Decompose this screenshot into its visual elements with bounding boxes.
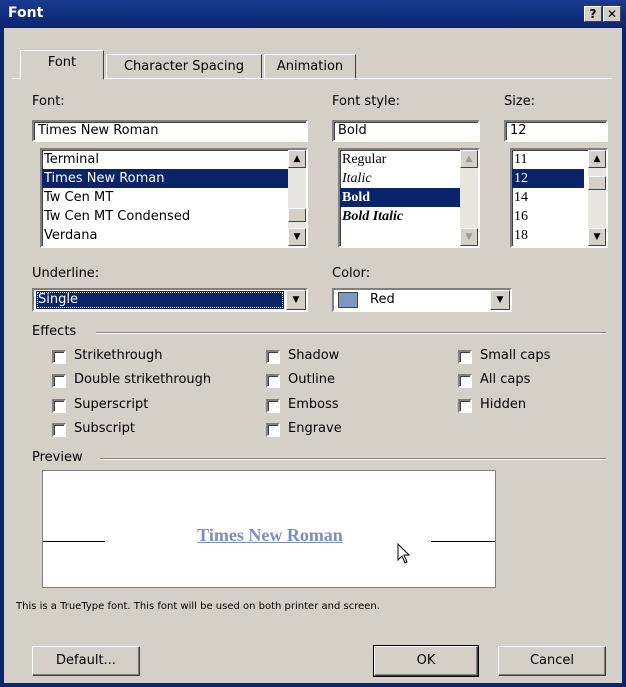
color-value: Red xyxy=(370,292,395,307)
tab-font-label: Font xyxy=(47,55,77,70)
color-select[interactable]: Red ▼ xyxy=(332,288,512,312)
scroll-down-icon[interactable]: ▼ xyxy=(588,228,606,246)
scroll-down-icon[interactable]: ▼ xyxy=(288,228,306,246)
size-list-scrollbar[interactable]: ▲ ▼ xyxy=(588,150,606,246)
mouse-pointer-icon xyxy=(397,543,411,564)
tab-character-spacing[interactable]: Character Spacing xyxy=(106,54,262,80)
preview-sample: Times New Roman xyxy=(197,525,343,545)
preview-divider xyxy=(100,458,606,460)
all-caps-label[interactable]: All caps xyxy=(480,372,530,387)
effects-label: Effects xyxy=(32,324,77,339)
font-style-list-scrollbar[interactable]: ▲ ▼ xyxy=(460,150,478,246)
tab-animation-label: Animation xyxy=(276,59,344,74)
truetype-note: This is a TrueType font. This font will … xyxy=(16,601,380,612)
font-style-label: Font style: xyxy=(332,94,400,109)
font-list-scrollbar[interactable]: ▲ ▼ xyxy=(288,150,306,246)
hidden-checkbox[interactable] xyxy=(458,399,472,413)
size-input[interactable]: 12 xyxy=(504,120,608,142)
subscript-checkbox[interactable] xyxy=(52,423,66,437)
scroll-up-icon[interactable]: ▲ xyxy=(588,150,606,168)
chevron-down-icon[interactable]: ▼ xyxy=(286,290,306,310)
outline-checkbox[interactable] xyxy=(266,374,280,388)
font-style-input[interactable]: Bold xyxy=(332,120,480,142)
help-icon: ? xyxy=(589,7,597,21)
font-list[interactable]: Terminal Times New Roman Tw Cen MT Tw Ce… xyxy=(40,148,308,248)
dialog-title: Font xyxy=(8,5,44,21)
shadow-checkbox[interactable] xyxy=(266,350,280,364)
tab-font[interactable]: Font xyxy=(20,50,104,80)
strikethrough-label[interactable]: Strikethrough xyxy=(74,348,162,363)
list-item-selected[interactable]: Times New Roman xyxy=(42,169,306,188)
title-bar[interactable]: Font ? ✕ xyxy=(0,0,626,28)
chevron-down-icon[interactable]: ▼ xyxy=(490,290,510,310)
engrave-label[interactable]: Engrave xyxy=(288,421,342,436)
underline-value: Single xyxy=(36,291,284,309)
list-item[interactable]: Regular xyxy=(340,150,478,169)
color-label: Color: xyxy=(332,266,371,281)
engrave-checkbox[interactable] xyxy=(266,423,280,437)
emboss-label[interactable]: Emboss xyxy=(288,397,339,412)
ok-button[interactable]: OK xyxy=(373,645,479,677)
effects-divider xyxy=(96,332,606,334)
close-icon: ✕ xyxy=(606,7,618,21)
size-label: Size: xyxy=(504,94,536,109)
list-item[interactable]: Verdana xyxy=(42,226,306,245)
font-dialog: Font ? ✕ Font Character Spacing Animatio… xyxy=(0,0,626,687)
double-strikethrough-label[interactable]: Double strikethrough xyxy=(74,372,211,387)
all-caps-checkbox[interactable] xyxy=(458,374,472,388)
scroll-thumb[interactable] xyxy=(588,176,606,190)
cancel-button[interactable]: Cancel xyxy=(498,646,606,676)
list-item[interactable]: Italic xyxy=(340,169,478,188)
font-input[interactable]: Times New Roman xyxy=(32,120,308,142)
dialog-body: Font Character Spacing Animation Font: T… xyxy=(4,28,622,683)
scroll-thumb[interactable] xyxy=(288,208,306,222)
list-item-selected[interactable]: 12 xyxy=(512,169,584,188)
list-item[interactable]: Tw Cen MT Condensed xyxy=(42,207,306,226)
default-button[interactable]: Default... xyxy=(32,646,140,676)
small-caps-label[interactable]: Small caps xyxy=(480,348,550,363)
strikethrough-checkbox[interactable] xyxy=(52,350,66,364)
list-item[interactable]: Terminal xyxy=(42,150,306,169)
emboss-checkbox[interactable] xyxy=(266,399,280,413)
underline-label: Underline: xyxy=(32,266,100,281)
outline-label[interactable]: Outline xyxy=(288,372,335,387)
font-label: Font: xyxy=(32,94,65,109)
double-strikethrough-checkbox[interactable] xyxy=(52,374,66,388)
small-caps-checkbox[interactable] xyxy=(458,350,472,364)
scroll-up-icon[interactable]: ▲ xyxy=(288,150,306,168)
list-item-selected[interactable]: Bold xyxy=(340,188,478,207)
hidden-label[interactable]: Hidden xyxy=(480,397,526,412)
subscript-label[interactable]: Subscript xyxy=(74,421,135,436)
tab-animation[interactable]: Animation xyxy=(264,54,356,80)
preview-label: Preview xyxy=(32,450,83,465)
list-item[interactable]: Tw Cen MT xyxy=(42,188,306,207)
underline-select[interactable]: Single ▼ xyxy=(32,288,308,312)
shadow-label[interactable]: Shadow xyxy=(288,348,339,363)
color-swatch xyxy=(338,292,358,308)
preview-box: Times New Roman xyxy=(42,470,496,588)
list-item[interactable]: Bold Italic xyxy=(340,207,478,226)
help-button[interactable]: ? xyxy=(584,6,602,22)
scroll-down-icon[interactable]: ▼ xyxy=(460,228,478,246)
superscript-label[interactable]: Superscript xyxy=(74,397,148,412)
close-button[interactable]: ✕ xyxy=(603,6,621,22)
superscript-checkbox[interactable] xyxy=(52,399,66,413)
tab-character-spacing-label: Character Spacing xyxy=(123,59,245,74)
font-style-list[interactable]: Regular Italic Bold Bold Italic ▲ ▼ xyxy=(338,148,480,248)
size-list[interactable]: 11 12 14 16 18 ▲ ▼ xyxy=(510,148,608,248)
scroll-up-icon[interactable]: ▲ xyxy=(460,150,478,168)
